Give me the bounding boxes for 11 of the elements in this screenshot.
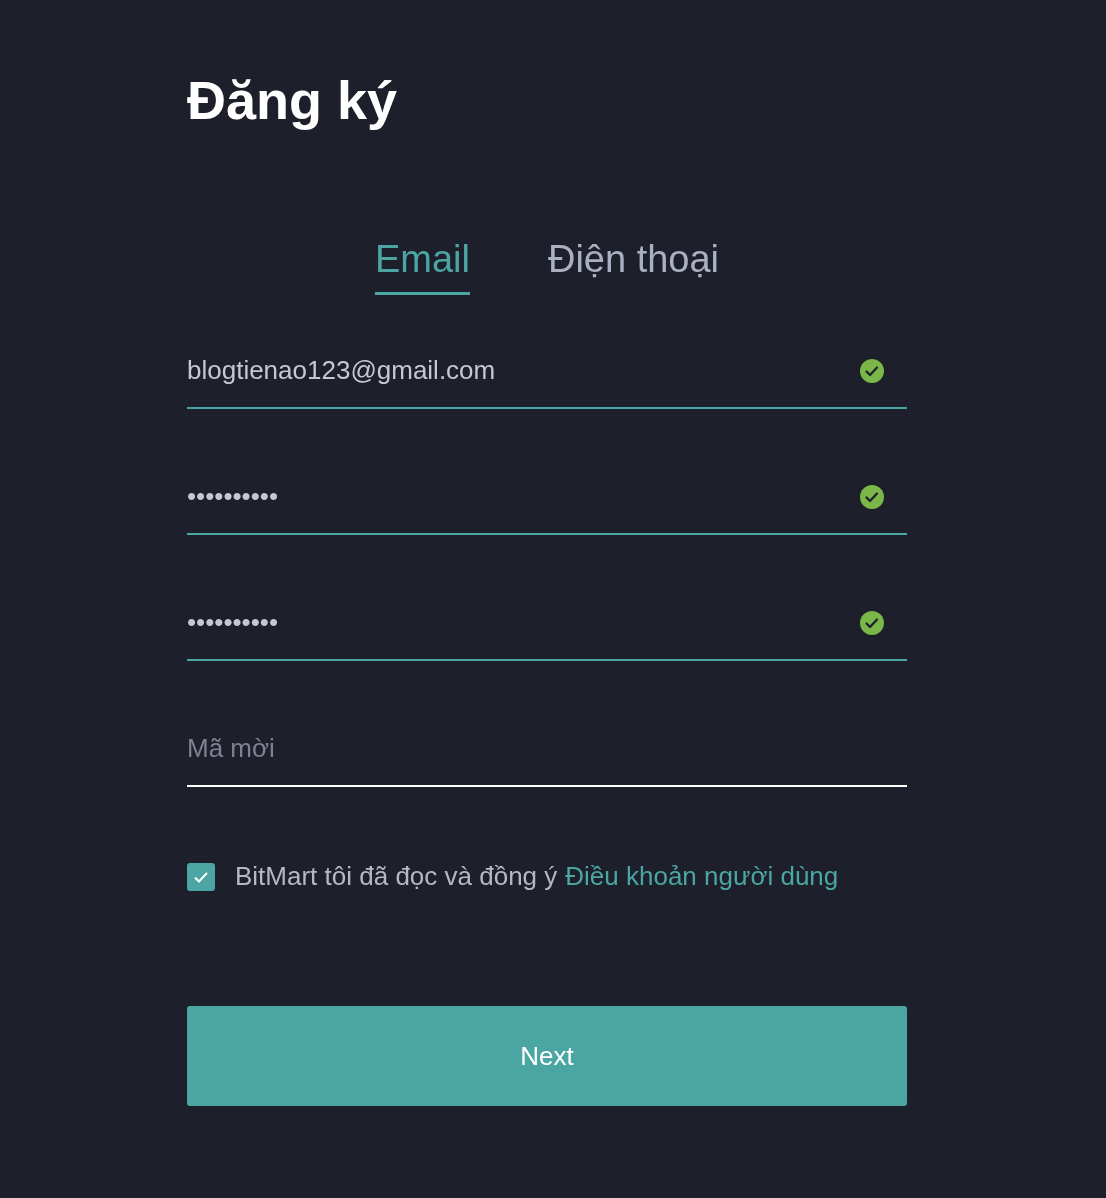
input-field[interactable]: blogtienao123@gmail.com — [187, 333, 907, 409]
agreement-text: BitMart tôi đã đọc và đồng ý — [235, 860, 558, 893]
input-field[interactable]: Mã mời — [187, 711, 907, 787]
page-title: Đăng ký — [187, 69, 398, 132]
tab[interactable]: Điện thoại — [547, 236, 720, 295]
check-circle-icon — [859, 610, 885, 636]
tab[interactable]: Email — [374, 236, 470, 295]
check-circle-icon — [859, 358, 885, 384]
terms-link[interactable]: Điều khoản người dùng — [565, 857, 839, 896]
check-circle-icon — [859, 484, 885, 510]
checkbox[interactable] — [187, 862, 215, 891]
